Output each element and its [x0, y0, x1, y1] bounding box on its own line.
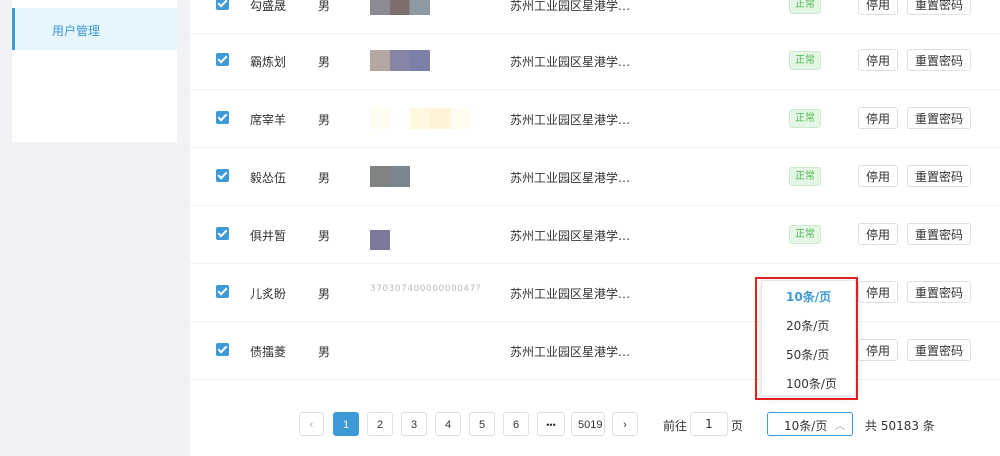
sidebar-item-user-management[interactable]: 用户管理	[12, 8, 177, 50]
user-gender: 男	[318, 171, 331, 185]
disable-button[interactable]: 停用	[858, 223, 898, 245]
page-button-last[interactable]: 5019	[571, 412, 605, 436]
user-name: 勾盛晟	[250, 0, 287, 13]
user-name: 毅怂伍	[250, 171, 287, 185]
disable-button[interactable]: 停用	[858, 339, 898, 361]
table-row: 霸炼划 男 苏州工业园区星港学… 正常 停用 重置密码	[190, 32, 1000, 90]
page-button-4[interactable]: 4	[435, 412, 461, 436]
redacted-id	[370, 166, 410, 187]
page-size-value: 10条/页	[784, 419, 828, 433]
user-name: 霸炼划	[250, 55, 287, 69]
page-button-6[interactable]: 6	[503, 412, 529, 436]
row-checkbox[interactable]	[216, 0, 229, 10]
user-gender: 男	[318, 0, 331, 13]
table-row: 俱井暂 男 苏州工业园区星港学… 正常 停用 重置密码	[190, 206, 1000, 264]
table-row: 毅怂伍 男 苏州工业园区星港学… 正常 停用 重置密码	[190, 148, 1000, 206]
next-page-button[interactable]: ›	[612, 412, 638, 436]
goto-page-input[interactable]	[690, 412, 728, 436]
redacted-id	[370, 0, 430, 15]
page-size-dropdown: 10条/页 20条/页 50条/页 100条/页	[761, 280, 856, 396]
user-gender: 男	[318, 287, 331, 301]
disable-button[interactable]: 停用	[858, 165, 898, 187]
page-size-option-100[interactable]: 100条/页	[786, 375, 837, 392]
reset-password-button[interactable]: 重置密码	[907, 49, 971, 71]
partial-id-text: 37030740000000047?	[370, 284, 482, 294]
table-row: 席宰羊 男 苏州工业园区星港学… 正常 停用 重置密码	[190, 90, 1000, 148]
disable-button[interactable]: 停用	[858, 107, 898, 129]
status-badge: 正常	[789, 225, 821, 244]
page-size-option-20[interactable]: 20条/页	[786, 317, 829, 334]
disable-button[interactable]: 停用	[858, 49, 898, 71]
page-size-option-10[interactable]: 10条/页	[786, 288, 831, 305]
goto-label: 前往	[663, 419, 688, 433]
table-row: 勾盛晟 男 苏州工业园区星港学… 正常 停用 重置密码	[190, 0, 1000, 34]
status-badge: 正常	[789, 167, 821, 186]
reset-password-button[interactable]: 重置密码	[907, 165, 971, 187]
status-badge: 正常	[789, 0, 821, 14]
reset-password-button[interactable]: 重置密码	[907, 223, 971, 245]
user-name: 债擂菱	[250, 345, 287, 359]
reset-password-button[interactable]: 重置密码	[907, 339, 971, 361]
row-checkbox[interactable]	[216, 343, 229, 356]
user-address: 苏州工业园区星港学…	[510, 113, 631, 127]
redacted-id	[370, 50, 430, 71]
user-address: 苏州工业园区星港学…	[510, 171, 631, 185]
user-name: 俱井暂	[250, 229, 287, 243]
more-pages-button[interactable]: •••	[537, 412, 565, 436]
page-unit-label: 页	[731, 419, 744, 433]
status-badge: 正常	[789, 109, 821, 128]
page-button-5[interactable]: 5	[469, 412, 495, 436]
chevron-up-icon: ︿	[835, 421, 845, 432]
row-checkbox[interactable]	[216, 285, 229, 298]
sidebar: 用户管理	[12, 0, 177, 142]
user-name: 席宰羊	[250, 113, 287, 127]
table-row: 儿炙盼 男 37030740000000047? 苏州工业园区星港学… 停用 重…	[190, 264, 1000, 322]
status-badge: 正常	[789, 51, 821, 70]
reset-password-button[interactable]: 重置密码	[907, 281, 971, 303]
disable-button[interactable]: 停用	[858, 0, 898, 15]
redacted-id	[370, 108, 470, 129]
page-button-2[interactable]: 2	[367, 412, 393, 436]
user-address: 苏州工业园区星港学…	[510, 0, 631, 13]
user-gender: 男	[318, 113, 331, 127]
row-checkbox[interactable]	[216, 111, 229, 124]
redacted-id	[370, 230, 390, 250]
page-button-1[interactable]: 1	[333, 412, 359, 436]
reset-password-button[interactable]: 重置密码	[907, 107, 971, 129]
user-name: 儿炙盼	[250, 287, 287, 301]
total-count: 共 50183 条	[865, 419, 935, 433]
page-size-select[interactable]: 10条/页 ︿	[767, 412, 853, 436]
page-button-3[interactable]: 3	[401, 412, 427, 436]
user-address: 苏州工业园区星港学…	[510, 345, 631, 359]
row-checkbox[interactable]	[216, 169, 229, 182]
user-gender: 男	[318, 55, 331, 69]
user-address: 苏州工业园区星港学…	[510, 229, 631, 243]
user-address: 苏州工业园区星港学…	[510, 287, 631, 301]
reset-password-button[interactable]: 重置密码	[907, 0, 971, 15]
row-checkbox[interactable]	[216, 53, 229, 66]
page-size-option-50[interactable]: 50条/页	[786, 346, 829, 363]
sidebar-item-label: 用户管理	[52, 24, 101, 38]
table-row: 债擂菱 男 苏州工业园区星港学… 停用 重置密码	[190, 322, 1000, 380]
row-checkbox[interactable]	[216, 227, 229, 240]
user-address: 苏州工业园区星港学…	[510, 55, 631, 69]
prev-page-button[interactable]: ‹	[299, 412, 324, 436]
user-gender: 男	[318, 345, 331, 359]
user-gender: 男	[318, 229, 331, 243]
user-table: 勾盛晟 男 苏州工业园区星港学… 正常 停用 重置密码 霸炼划 男 苏州工业园区…	[190, 0, 1000, 456]
disable-button[interactable]: 停用	[858, 281, 898, 303]
